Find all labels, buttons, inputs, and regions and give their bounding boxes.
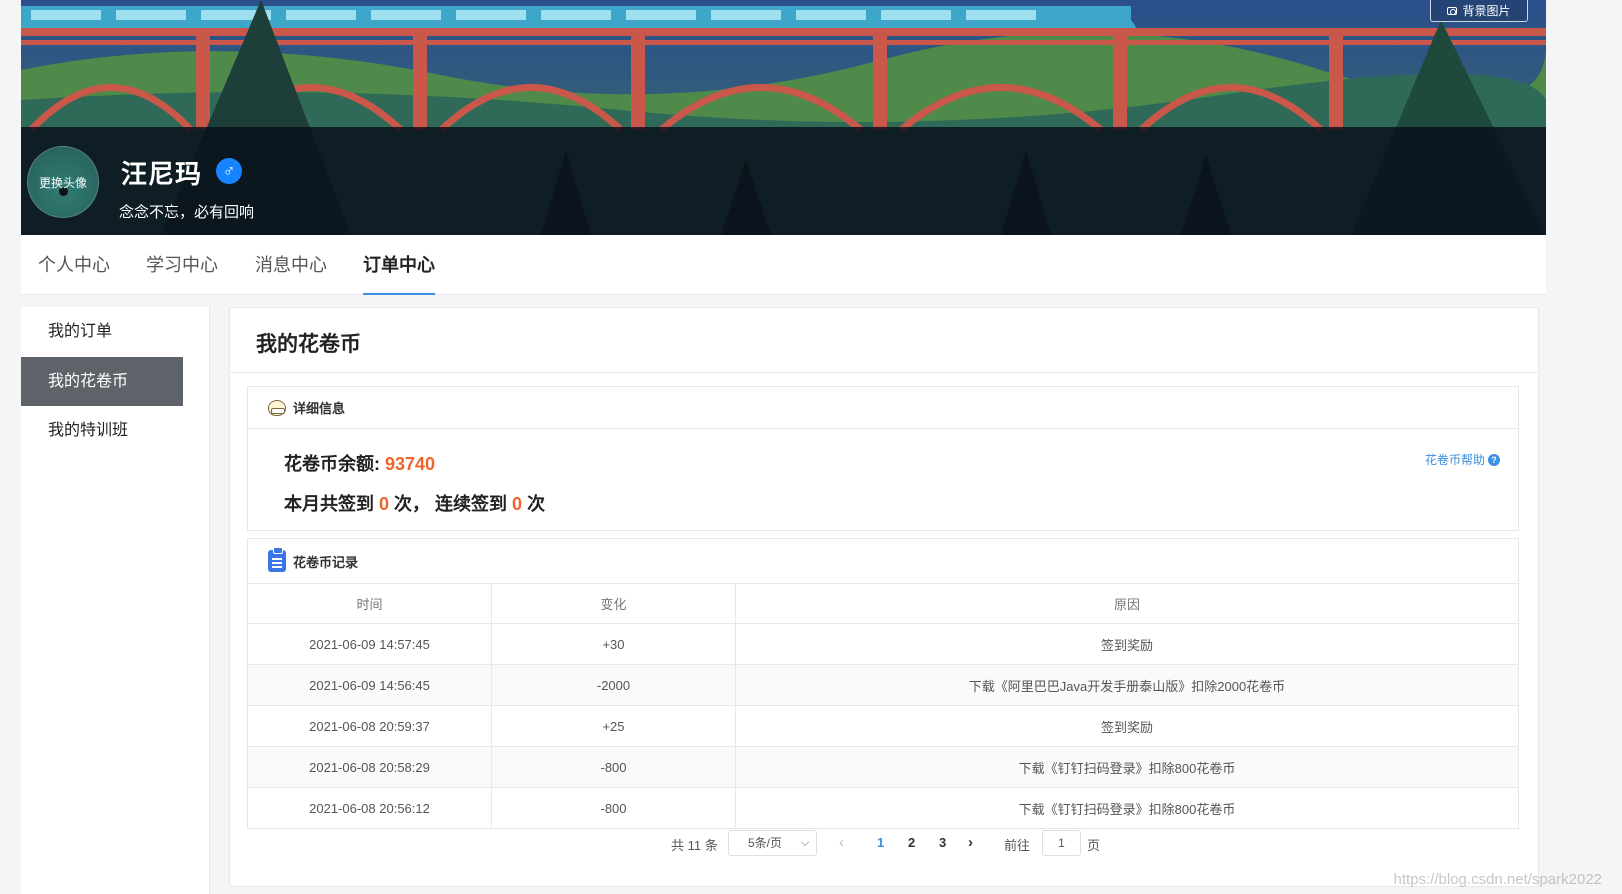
- camera-icon: [1447, 6, 1458, 15]
- notepad-icon: [268, 547, 286, 572]
- prev-page-button[interactable]: ‹: [839, 834, 844, 851]
- sidebar-item-my-coins[interactable]: 我的花卷币: [21, 357, 183, 406]
- change-avatar-label: 更换头像: [38, 175, 87, 190]
- signin-streak-count: 0: [512, 494, 523, 514]
- table-header-row: 时间 变化 原因: [247, 583, 1519, 624]
- next-page-button[interactable]: ›: [968, 834, 973, 851]
- coin-records-table: 时间 变化 原因 2021-06-09 14:57:45 +30 签到奖励 20…: [247, 583, 1519, 829]
- page-number-1[interactable]: 1: [877, 835, 884, 850]
- cell-change: -2000: [491, 664, 736, 706]
- column-header-time: 时间: [247, 583, 492, 624]
- balance-value: 93740: [385, 454, 436, 474]
- signin-stats: 本月共签到 0 次， 连续签到 0 次: [284, 490, 545, 516]
- cell-time: 2021-06-08 20:58:29: [247, 746, 492, 788]
- signin-prefix: 本月共签到: [284, 494, 380, 514]
- face-icon: [268, 399, 286, 416]
- tab-learning-center[interactable]: 学习中心: [146, 235, 218, 295]
- coin-balance: 花卷币余额: 93740: [284, 450, 435, 476]
- pagination: 共 11 条 5条/页 ‹ 1 2 3 › 前往 页: [230, 830, 1538, 856]
- tab-personal-center[interactable]: 个人中心: [38, 235, 110, 295]
- goto-label: 前往: [1004, 838, 1031, 853]
- pagination-total: 共 11 条: [671, 838, 718, 853]
- goto-page-input[interactable]: [1042, 830, 1081, 856]
- user-name: 汪尼玛: [121, 159, 203, 189]
- chevron-down-icon: [800, 837, 810, 847]
- page-unit-label: 页: [1087, 838, 1101, 853]
- table-row: 2021-06-09 14:56:45 -2000 下载《阿里巴巴Java开发手…: [247, 664, 1519, 706]
- title-divider: [230, 372, 1538, 373]
- cell-reason: 签到奖励: [735, 705, 1519, 747]
- cell-time: 2021-06-08 20:56:12: [247, 787, 492, 829]
- coin-help-label: 花卷币帮助: [1424, 453, 1485, 467]
- cell-change: +25: [491, 705, 736, 747]
- cell-reason: 签到奖励: [735, 623, 1519, 665]
- male-icon: ♂: [216, 158, 242, 184]
- detail-heading: 详细信息: [293, 401, 346, 416]
- column-header-reason: 原因: [735, 583, 1519, 624]
- sidebar-item-my-orders[interactable]: 我的订单: [21, 307, 183, 356]
- detail-panel: 详细信息 花卷币余额: 93740 本月共签到 0 次， 连续签到 0 次 花卷…: [247, 386, 1519, 531]
- user-motto: 念念不忘，必有回响: [119, 204, 255, 221]
- table-row: 2021-06-08 20:59:37 +25 签到奖励: [247, 705, 1519, 747]
- sidebar: 我的订单 我的花卷币 我的特训班: [21, 307, 210, 894]
- cell-change: -800: [491, 787, 736, 829]
- page-number-2[interactable]: 2: [908, 835, 915, 850]
- page-number-3[interactable]: 3: [939, 835, 946, 850]
- tab-order-center[interactable]: 订单中心: [363, 235, 435, 295]
- tab-message-center[interactable]: 消息中心: [255, 235, 327, 295]
- page-size-select[interactable]: 5条/页: [728, 830, 817, 856]
- records-heading: 花卷币记录: [293, 554, 359, 570]
- avatar[interactable]: 更换头像: [27, 146, 99, 218]
- column-header-change: 变化: [491, 583, 736, 624]
- cell-time: 2021-06-09 14:57:45: [247, 623, 492, 665]
- main-tabs: 个人中心 学习中心 消息中心 订单中心: [21, 235, 1546, 295]
- cell-time: 2021-06-08 20:59:37: [247, 705, 492, 747]
- page-title: 我的花卷币: [256, 333, 361, 356]
- background-image-button[interactable]: 背景图片: [1430, 0, 1528, 22]
- coin-help-link[interactable]: 花卷币帮助 ?: [1425, 451, 1500, 468]
- table-row: 2021-06-08 20:58:29 -800 下载《钉钉扫码登录》扣除800…: [247, 746, 1519, 788]
- balance-label: 花卷币余额:: [284, 454, 385, 474]
- cell-change: +30: [491, 623, 736, 665]
- table-row: 2021-06-09 14:57:45 +30 签到奖励: [247, 623, 1519, 665]
- page-size-value: 5条/页: [748, 836, 783, 850]
- coins-card: 我的花卷币 详细信息 花卷币余额: 93740 本月共签到 0 次， 连续签到 …: [229, 307, 1539, 887]
- cell-change: -800: [491, 746, 736, 788]
- records-panel: 花卷币记录: [247, 538, 1519, 584]
- question-icon: ?: [1488, 453, 1500, 466]
- detail-panel-header: 详细信息: [248, 387, 1518, 429]
- signin-month-count: 0: [379, 494, 390, 514]
- cell-time: 2021-06-09 14:56:45: [247, 664, 492, 706]
- cell-reason: 下载《阿里巴巴Java开发手册泰山版》扣除2000花卷币: [735, 664, 1519, 706]
- signin-middle: 次， 连续签到: [389, 494, 513, 514]
- sidebar-item-my-training[interactable]: 我的特训班: [21, 406, 183, 455]
- watermark: https://blog.csdn.net/spark2022: [1393, 871, 1602, 888]
- cell-reason: 下载《钉钉扫码登录》扣除800花卷币: [735, 746, 1519, 788]
- table-row: 2021-06-08 20:56:12 -800 下载《钉钉扫码登录》扣除800…: [247, 787, 1519, 829]
- profile-banner: 背景图片: [21, 0, 1546, 235]
- signin-suffix: 次: [522, 494, 546, 514]
- records-panel-header: 花卷币记录: [248, 539, 1518, 583]
- cell-reason: 下载《钉钉扫码登录》扣除800花卷币: [735, 787, 1519, 829]
- background-image-label: 背景图片: [1462, 4, 1511, 18]
